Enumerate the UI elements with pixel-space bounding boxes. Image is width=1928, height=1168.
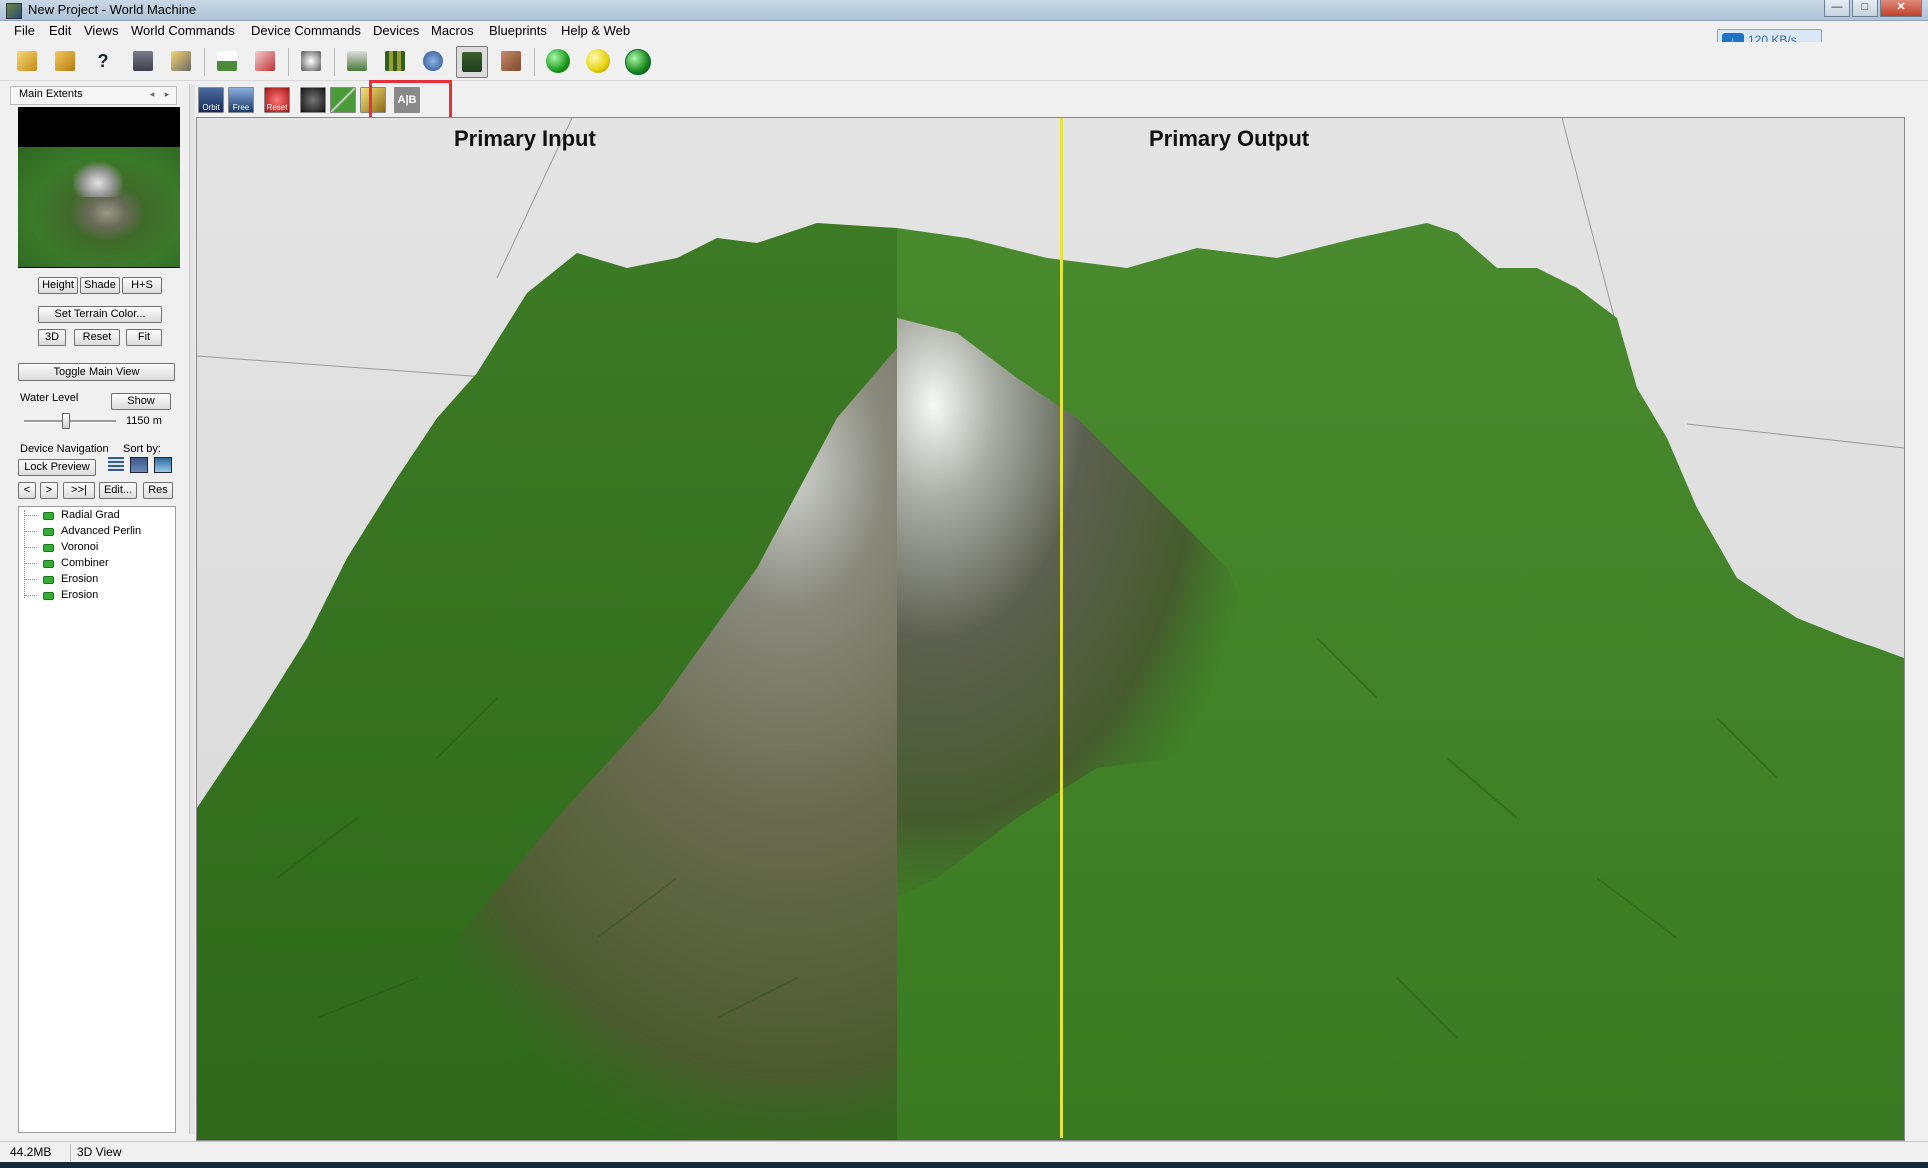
terrain-preview bbox=[18, 107, 180, 268]
menu-device-commands[interactable]: Device Commands bbox=[251, 23, 361, 38]
app-icon bbox=[6, 3, 22, 19]
help-icon[interactable]: ? bbox=[90, 48, 116, 74]
view-toolbar: Orbit Free Reset A|B bbox=[196, 84, 1928, 116]
menu-world-commands[interactable]: World Commands bbox=[131, 23, 235, 38]
status-bar: 44.2MB 3D View bbox=[0, 1141, 1928, 1163]
world-view-icon[interactable] bbox=[420, 48, 446, 74]
window-title: New Project - World Machine bbox=[28, 2, 197, 17]
sort-by-label: Sort by: bbox=[123, 443, 161, 455]
window-controls: — □ ✕ bbox=[1824, 0, 1922, 17]
device-status-icon bbox=[43, 512, 54, 520]
menu-file[interactable]: File bbox=[14, 23, 35, 38]
menu-macros[interactable]: Macros bbox=[431, 23, 474, 38]
nav-prev-button[interactable]: < bbox=[18, 482, 36, 499]
primary-output-title: Primary Output bbox=[1149, 126, 1310, 151]
device-status-icon bbox=[43, 544, 54, 552]
prev-extent-arrow-icon[interactable]: ◂ bbox=[146, 88, 158, 101]
nav-next-button[interactable]: > bbox=[40, 482, 58, 499]
render-icon[interactable] bbox=[298, 48, 324, 74]
3d-view-icon[interactable] bbox=[456, 46, 488, 78]
extents-header[interactable]: Main Extents ◂ ▸ bbox=[10, 86, 177, 105]
water-level-label: Water Level bbox=[20, 392, 79, 404]
tree-connector bbox=[24, 510, 25, 598]
ab-split-divider[interactable] bbox=[1060, 118, 1063, 1138]
reset-label: Reset bbox=[266, 103, 288, 112]
edit-button[interactable]: Edit... bbox=[99, 482, 137, 499]
build-globe-icon[interactable] bbox=[625, 49, 651, 75]
show-water-button[interactable]: Show bbox=[111, 393, 171, 410]
menu-bar: File Edit Views World Commands Device Co… bbox=[0, 21, 1928, 41]
orbit-label: Orbit bbox=[202, 103, 220, 112]
taskbar bbox=[0, 1162, 1928, 1168]
extents-label: Main Extents bbox=[19, 88, 83, 100]
panel-splitter[interactable] bbox=[189, 84, 195, 1134]
view-status: 3D View bbox=[77, 1145, 122, 1159]
device-view-icon[interactable] bbox=[344, 48, 370, 74]
nav-last-button[interactable]: >>| bbox=[63, 482, 95, 499]
device-list: Radial Grad Advanced Perlin Voronoi Comb… bbox=[18, 506, 176, 1133]
hs-button[interactable]: H+S bbox=[122, 277, 162, 294]
build-green-icon[interactable] bbox=[546, 49, 570, 73]
orbit-icon[interactable]: Orbit bbox=[198, 87, 224, 113]
reset-button[interactable]: Reset bbox=[74, 329, 120, 346]
device-status-icon bbox=[43, 528, 54, 536]
primary-input-title: Primary Input bbox=[454, 126, 596, 151]
device-navigation-label: Device Navigation bbox=[20, 443, 109, 455]
menu-help-web[interactable]: Help & Web bbox=[561, 23, 630, 38]
layout-view-icon[interactable] bbox=[382, 48, 408, 74]
menu-edit[interactable]: Edit bbox=[49, 23, 71, 38]
title-bar: New Project - World Machine — □ ✕ bbox=[0, 0, 1928, 21]
device-status-icon bbox=[43, 592, 54, 600]
new-project-icon[interactable] bbox=[14, 48, 40, 74]
free-label: Free bbox=[232, 103, 250, 112]
open-project-icon[interactable] bbox=[52, 48, 78, 74]
wireframe-icon[interactable] bbox=[330, 87, 356, 113]
menu-devices[interactable]: Devices bbox=[373, 23, 419, 38]
fit-button[interactable]: Fit bbox=[126, 329, 162, 346]
device-status-icon bbox=[43, 576, 54, 584]
maximize-button[interactable]: □ bbox=[1852, 0, 1878, 17]
minimize-button[interactable]: — bbox=[1824, 0, 1850, 17]
shade-button[interactable]: Shade bbox=[80, 277, 120, 294]
texture-view-icon[interactable] bbox=[498, 48, 524, 74]
next-extent-arrow-icon[interactable]: ▸ bbox=[161, 88, 173, 101]
close-button[interactable]: ✕ bbox=[1880, 0, 1922, 17]
build-icon[interactable] bbox=[252, 48, 278, 74]
save-as-icon[interactable] bbox=[168, 48, 194, 74]
heightfield-icon[interactable] bbox=[214, 48, 240, 74]
main-toolbar: ? bbox=[0, 42, 1928, 81]
3d-viewport[interactable]: Primary Input Primary Output bbox=[196, 117, 1905, 1141]
sort-list-icon[interactable] bbox=[108, 457, 124, 471]
memory-status: 44.2MB bbox=[10, 1145, 52, 1159]
save-icon[interactable] bbox=[130, 48, 156, 74]
free-icon[interactable]: Free bbox=[228, 87, 254, 113]
sort-graph-icon[interactable] bbox=[154, 457, 172, 473]
height-button[interactable]: Height bbox=[38, 277, 78, 294]
device-status-icon bbox=[43, 560, 54, 568]
sort-type-icon[interactable] bbox=[130, 457, 148, 473]
menu-blueprints[interactable]: Blueprints bbox=[489, 23, 547, 38]
set-terrain-color-button[interactable]: Set Terrain Color... bbox=[38, 306, 162, 323]
res-button[interactable]: Res bbox=[143, 482, 173, 499]
camera-icon[interactable] bbox=[300, 87, 326, 113]
menu-views[interactable]: Views bbox=[84, 23, 118, 38]
build-yellow-icon[interactable] bbox=[586, 49, 610, 73]
reset-view-icon[interactable]: Reset bbox=[264, 87, 290, 113]
water-level-slider-thumb[interactable] bbox=[62, 413, 71, 429]
toggle-main-view-button[interactable]: Toggle Main View bbox=[18, 363, 175, 381]
lock-preview-button[interactable]: Lock Preview bbox=[18, 459, 96, 476]
water-level-value: 1150 m bbox=[122, 413, 178, 429]
3d-button[interactable]: 3D bbox=[38, 329, 66, 346]
